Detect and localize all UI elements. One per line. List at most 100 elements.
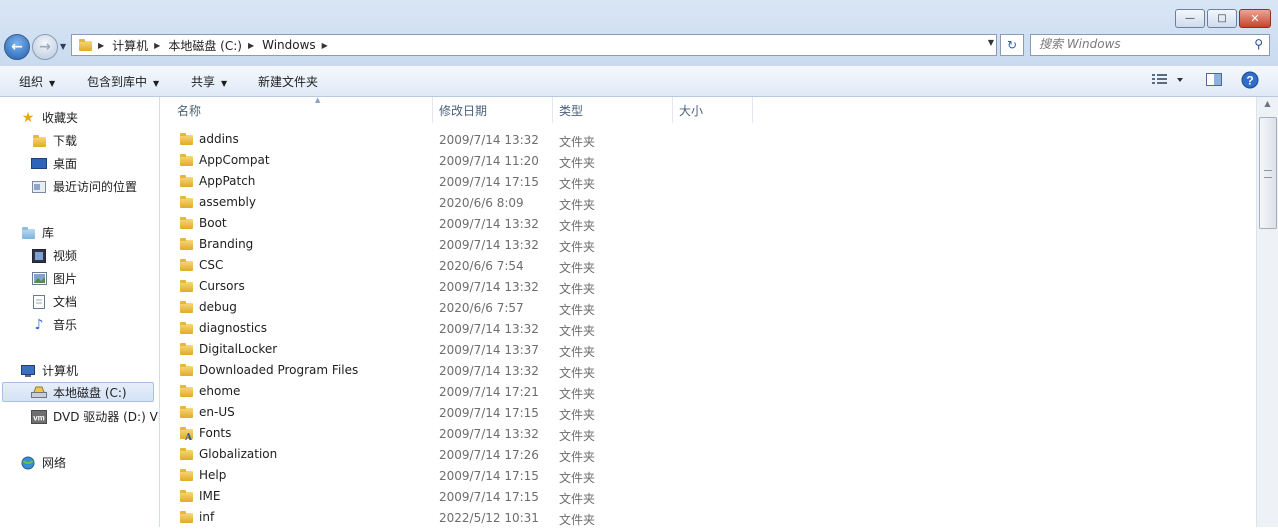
file-name-cell[interactable]: en-US	[180, 405, 235, 419]
file-name-cell[interactable]: DigitalLocker	[180, 342, 277, 356]
table-row[interactable]: A Fonts 2009/7/14 13:32 文件夹	[160, 424, 1256, 445]
column-divider[interactable]	[672, 97, 673, 123]
table-row[interactable]: Cursors 2009/7/14 13:32 文件夹	[160, 277, 1256, 298]
address-history-dropdown[interactable]: ▼	[988, 38, 994, 47]
help-button[interactable]: ?	[1241, 71, 1259, 92]
modified-date-cell: 2020/6/6 8:09	[439, 196, 524, 210]
search-box[interactable]: ⚲	[1030, 34, 1270, 56]
change-view-button[interactable]	[1150, 71, 1190, 92]
file-name-cell[interactable]: ehome	[180, 384, 240, 398]
file-name-cell[interactable]: Globalization	[180, 447, 277, 461]
table-row[interactable]: IME 2009/7/14 17:15 文件夹	[160, 487, 1256, 508]
libraries-icon	[20, 226, 36, 240]
sidebar-libraries[interactable]: 库	[20, 224, 54, 241]
file-name-cell[interactable]: addins	[180, 132, 239, 146]
scroll-up-arrow-icon[interactable]: ▲	[1261, 99, 1274, 112]
table-row[interactable]: inf 2022/5/12 10:31 文件夹	[160, 508, 1256, 529]
refresh-button[interactable]: ↻	[1000, 34, 1024, 56]
table-row[interactable]: Branding 2009/7/14 13:32 文件夹	[160, 235, 1256, 256]
file-name-cell[interactable]: IME	[180, 489, 220, 503]
modified-date-cell: 2009/7/14 17:26	[439, 448, 539, 462]
sidebar-item-music[interactable]: ♪ 音乐	[31, 316, 77, 333]
file-name-cell[interactable]: AppPatch	[180, 174, 255, 188]
scrollbar-thumb[interactable]	[1259, 117, 1277, 229]
file-name-label: Branding	[199, 237, 254, 251]
sidebar-favorites[interactable]: ★ 收藏夹	[20, 109, 78, 126]
address-bar[interactable]: ▶ 计算机 ▶ 本地磁盘 (C:) ▶ Windows ▶ ▼	[71, 34, 997, 56]
table-row[interactable]: Help 2009/7/14 17:15 文件夹	[160, 466, 1256, 487]
sidebar-item-label: 最近访问的位置	[53, 180, 138, 194]
table-row[interactable]: AppCompat 2009/7/14 11:20 文件夹	[160, 151, 1256, 172]
column-divider[interactable]	[552, 97, 553, 123]
preview-pane-button[interactable]	[1205, 71, 1223, 92]
organize-menu[interactable]: 组织 ▼	[19, 73, 55, 90]
table-row[interactable]: Globalization 2009/7/14 17:26 文件夹	[160, 445, 1256, 466]
breadcrumb-computer[interactable]: 计算机	[112, 37, 148, 54]
table-row[interactable]: addins 2009/7/14 13:32 文件夹	[160, 130, 1256, 151]
sidebar-item-recent-places[interactable]: 最近访问的位置	[31, 178, 137, 195]
table-row[interactable]: assembly 2020/6/6 8:09 文件夹	[160, 193, 1256, 214]
column-divider[interactable]	[432, 97, 433, 123]
file-name-cell[interactable]: debug	[180, 300, 237, 314]
include-in-library-menu[interactable]: 包含到库中 ▼	[87, 73, 159, 90]
vertical-scrollbar[interactable]: ▲	[1256, 97, 1278, 527]
file-name-cell[interactable]: CSC	[180, 258, 223, 272]
file-name-cell[interactable]: Cursors	[180, 279, 245, 293]
file-name-cell[interactable]: A Fonts	[180, 426, 231, 443]
file-name-cell[interactable]: AppCompat	[180, 153, 270, 167]
breadcrumb-chevron-icon[interactable]: ▶	[98, 41, 104, 50]
share-menu[interactable]: 共享 ▼	[191, 73, 227, 90]
modified-date-cell: 2009/7/14 13:37	[439, 343, 539, 357]
music-note-icon: ♪	[34, 316, 44, 333]
sidebar-item-documents[interactable]: 文档	[31, 293, 77, 310]
file-name-cell[interactable]: assembly	[180, 195, 256, 209]
column-header-name[interactable]: 名称 ▲	[177, 96, 432, 123]
file-name-cell[interactable]: Help	[180, 468, 226, 482]
breadcrumb-chevron-icon[interactable]: ▶	[154, 41, 160, 50]
column-header-date[interactable]: 修改日期	[439, 97, 552, 123]
file-name-cell[interactable]: Branding	[180, 237, 253, 251]
maximize-button[interactable]: □	[1207, 9, 1237, 28]
folder-icon	[180, 154, 193, 166]
grip-icon	[1264, 170, 1272, 178]
file-name-cell[interactable]: Boot	[180, 216, 227, 230]
close-icon: ✕	[1250, 12, 1260, 25]
sidebar-network[interactable]: 网络	[20, 454, 66, 471]
close-button[interactable]: ✕	[1239, 9, 1271, 28]
breadcrumb-chevron-icon[interactable]: ▶	[248, 41, 254, 50]
table-row[interactable]: diagnostics 2009/7/14 13:32 文件夹	[160, 319, 1256, 340]
back-button[interactable]: ←	[4, 34, 30, 60]
file-name-cell[interactable]: inf	[180, 510, 214, 524]
sidebar-item-desktop[interactable]: 桌面	[31, 155, 77, 172]
sidebar-item-pictures[interactable]: 图片	[31, 270, 77, 287]
forward-button[interactable]: →	[32, 34, 58, 60]
table-row[interactable]: Boot 2009/7/14 13:32 文件夹	[160, 214, 1256, 235]
sidebar-item-videos[interactable]: 视频	[31, 247, 77, 264]
file-type-cell: 文件夹	[559, 366, 596, 380]
sidebar-item-downloads[interactable]: 下载	[31, 132, 77, 149]
recent-pages-dropdown[interactable]: ▼	[60, 42, 66, 51]
table-row[interactable]: Downloaded Program Files 2009/7/14 13:32 文…	[160, 361, 1256, 382]
table-row[interactable]: AppPatch 2009/7/14 17:15 文件夹	[160, 172, 1256, 193]
file-name-cell[interactable]: diagnostics	[180, 321, 267, 335]
column-divider[interactable]	[752, 97, 753, 123]
breadcrumb-local-disk[interactable]: 本地磁盘 (C:)	[168, 37, 242, 54]
search-input[interactable]	[1039, 35, 1244, 53]
column-header-size[interactable]: 大小	[679, 97, 752, 123]
folder-icon	[180, 406, 193, 418]
table-row[interactable]: CSC 2020/6/6 7:54 文件夹	[160, 256, 1256, 277]
search-icon[interactable]: ⚲	[1254, 37, 1263, 51]
table-row[interactable]: en-US 2009/7/14 17:15 文件夹	[160, 403, 1256, 424]
sidebar-item-dvd-drive[interactable]: vm DVD 驱动器 (D:) VMware Tools	[31, 408, 159, 425]
sidebar-computer[interactable]: 计算机	[20, 362, 78, 379]
breadcrumb-windows[interactable]: Windows	[262, 38, 316, 52]
breadcrumb-chevron-icon[interactable]: ▶	[322, 41, 328, 50]
table-row[interactable]: DigitalLocker 2009/7/14 13:37 文件夹	[160, 340, 1256, 361]
sidebar-item-local-disk[interactable]: 本地磁盘 (C:)	[2, 382, 154, 402]
new-folder-button[interactable]: 新建文件夹	[258, 73, 318, 90]
column-header-type[interactable]: 类型	[559, 97, 672, 123]
minimize-button[interactable]: —	[1175, 9, 1205, 28]
table-row[interactable]: ehome 2009/7/14 17:21 文件夹	[160, 382, 1256, 403]
table-row[interactable]: debug 2020/6/6 7:57 文件夹	[160, 298, 1256, 319]
file-name-cell[interactable]: Downloaded Program Files	[180, 363, 358, 377]
